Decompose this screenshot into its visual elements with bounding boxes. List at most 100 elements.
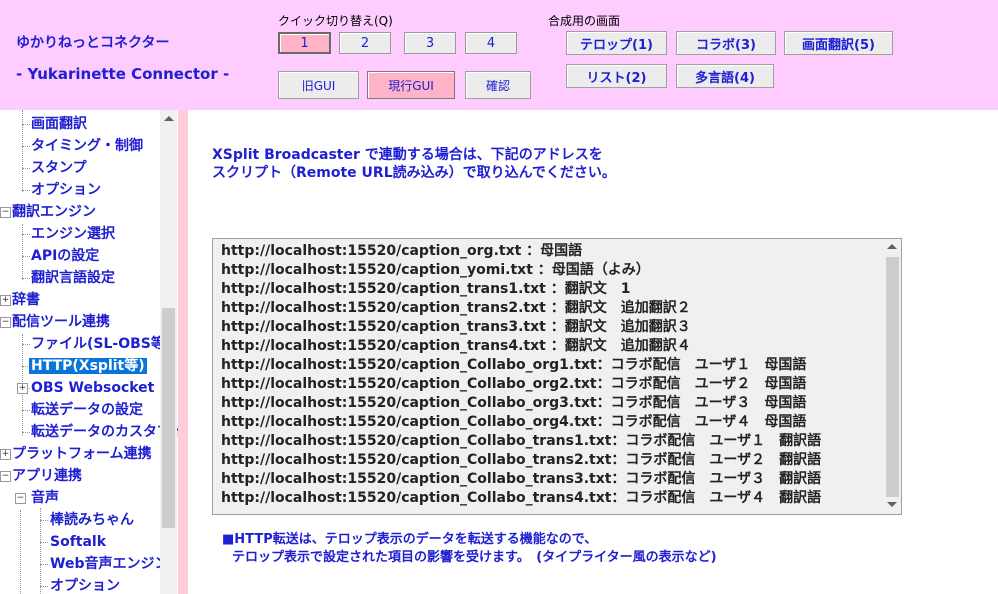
sidebar-scroll-thumb[interactable] xyxy=(162,308,175,528)
tree-item-file[interactable]: ファイル(SL-OBS等) xyxy=(31,334,171,354)
tree-connector xyxy=(40,564,48,565)
tree-connector xyxy=(22,278,30,279)
settings-tree: 画面翻訳 タイミング・制御 スタンプ オプション − 翻訳エンジン エンジン選択… xyxy=(0,110,178,594)
tree-item-translation-language[interactable]: 翻訳言語設定 xyxy=(31,268,115,288)
tree-connector xyxy=(40,520,48,521)
tree-item-label: スタンプ xyxy=(31,160,87,176)
confirm-button[interactable]: 確認 xyxy=(465,71,531,99)
collabo-button[interactable]: コラボ(3) xyxy=(676,31,776,55)
list-button[interactable]: リスト(2) xyxy=(566,64,667,88)
tree-item-label: プラットフォーム連携 xyxy=(12,446,152,462)
telop-button[interactable]: テロップ(1) xyxy=(566,31,667,55)
tree-item-voice[interactable]: 音声 xyxy=(31,488,59,508)
old-gui-button[interactable]: 旧GUI xyxy=(278,71,359,99)
url-line: http://localhost:15520/caption_trans4.tx… xyxy=(221,338,691,354)
scroll-up-icon[interactable] xyxy=(887,244,897,249)
tree-item-timing-control[interactable]: タイミング・制御 xyxy=(31,136,143,156)
tree-item-softalk[interactable]: Softalk xyxy=(50,532,106,552)
tree-item-label: アプリ連携 xyxy=(12,468,82,484)
tree-connector xyxy=(22,124,30,125)
url-line: http://localhost:15520/caption_trans3.tx… xyxy=(221,319,691,335)
expand-icon[interactable]: + xyxy=(0,449,11,460)
tree-item-label: 画面翻訳 xyxy=(31,116,87,132)
expand-icon[interactable]: + xyxy=(0,295,11,306)
tree-item-voice-option[interactable]: オプション xyxy=(50,576,120,594)
url-line: http://localhost:15520/caption_Collabo_o… xyxy=(221,376,807,392)
tree-item-label: 転送データの設定 xyxy=(31,402,143,418)
tree-item-label: 音声 xyxy=(31,490,59,506)
tree-item-label: 翻訳言語設定 xyxy=(31,270,115,286)
tree-item-label: OBS Websocket xyxy=(31,380,155,396)
quick-switch-button-2[interactable]: 2 xyxy=(339,32,391,54)
collapse-icon[interactable]: − xyxy=(0,471,11,482)
tree-connector xyxy=(40,542,48,543)
tree-item-obs-websocket[interactable]: OBS Websocket xyxy=(31,378,154,398)
tree-connector xyxy=(22,146,30,147)
url-line: http://localhost:15520/caption_yomi.txt … xyxy=(221,262,650,278)
divider-bar xyxy=(178,110,188,594)
tree-item-platform[interactable]: プラットフォーム連携 xyxy=(12,444,152,464)
app-title-japanese: ゆかりねっとコネクター xyxy=(16,35,170,51)
tree-item-streaming-tools[interactable]: 配信ツール連携 xyxy=(12,312,110,332)
tree-connector xyxy=(22,256,30,257)
tree-item-transfer-settings[interactable]: 転送データの設定 xyxy=(31,400,143,420)
tree-connector xyxy=(40,586,48,587)
tree-item-label: HTTP(Xsplit等) xyxy=(29,358,147,374)
collapse-icon[interactable]: − xyxy=(0,207,11,218)
tree-item-app-link[interactable]: アプリ連携 xyxy=(12,466,82,486)
scroll-down-icon[interactable] xyxy=(887,502,897,507)
tree-item-dictionary[interactable]: 辞書 xyxy=(12,290,40,310)
quick-switch-button-3[interactable]: 3 xyxy=(404,32,456,54)
multilingual-button[interactable]: 多言語(4) xyxy=(676,64,774,88)
tree-item-screen-translate[interactable]: 画面翻訳 xyxy=(31,114,87,134)
tree-item-label: 辞書 xyxy=(12,292,40,308)
screen-translate-button[interactable]: 画面翻訳(5) xyxy=(784,31,893,55)
tree-connector xyxy=(22,110,23,192)
tree-connector xyxy=(22,168,30,169)
url-line: http://localhost:15520/caption_trans1.tx… xyxy=(221,281,631,297)
tree-item-web-voice[interactable]: Web音声エンジン xyxy=(50,554,168,574)
tree-item-transfer-custom[interactable]: 転送データのカスタマイズ xyxy=(31,422,178,442)
scroll-up-icon[interactable] xyxy=(164,116,174,121)
url-line: http://localhost:15520/caption_Collabo_o… xyxy=(221,414,807,430)
note-line-1: ■HTTP転送は、テロップ表示のデータを転送する機能なので、 xyxy=(222,532,598,547)
tree-connector xyxy=(22,410,30,411)
tree-connector xyxy=(22,432,30,433)
tree-item-label: 棒読みちゃん xyxy=(50,512,134,528)
tree-item-option[interactable]: オプション xyxy=(31,180,101,200)
tree-item-api-settings[interactable]: APIの設定 xyxy=(31,246,99,266)
tree-connector xyxy=(22,344,30,345)
tree-item-label: オプション xyxy=(50,578,120,594)
tree-item-stamp[interactable]: スタンプ xyxy=(31,158,87,178)
quick-switch-button-1[interactable]: 1 xyxy=(278,32,331,54)
tree-connector xyxy=(22,224,23,280)
tree-connector xyxy=(22,234,30,235)
tree-item-label: エンジン選択 xyxy=(31,226,115,242)
tree-item-bouyomi[interactable]: 棒読みちゃん xyxy=(50,510,134,530)
app-title-english: - Yukarinette Connector - xyxy=(16,65,230,83)
tree-item-translation-engine[interactable]: 翻訳エンジン xyxy=(12,202,96,222)
url-list-textbox[interactable]: http://localhost:15520/caption_org.txt ：… xyxy=(212,238,902,515)
tree-connector xyxy=(20,510,21,594)
tree-item-engine-select[interactable]: エンジン選択 xyxy=(31,224,115,244)
tree-item-label: Softalk xyxy=(50,534,107,550)
expand-icon[interactable]: + xyxy=(17,383,28,394)
tree-item-label: Web音声エンジン xyxy=(50,556,169,572)
collapse-icon[interactable]: − xyxy=(0,317,11,328)
tree-item-label: ファイル(SL-OBS等) xyxy=(31,336,172,352)
tree-item-label: 翻訳エンジン xyxy=(12,204,96,220)
url-line: http://localhost:15520/caption_Collabo_t… xyxy=(221,490,822,506)
url-list-scroll-thumb[interactable] xyxy=(886,257,899,497)
quick-switch-button-4[interactable]: 4 xyxy=(465,32,517,54)
url-line: http://localhost:15520/caption_Collabo_t… xyxy=(221,433,822,449)
header-panel: ゆかりねっとコネクター - Yukarinette Connector - クイ… xyxy=(0,0,998,110)
collapse-icon[interactable]: − xyxy=(15,493,26,504)
tree-item-http[interactable]: HTTP(Xsplit等) xyxy=(29,356,147,376)
current-gui-button[interactable]: 現行GUI xyxy=(367,71,455,99)
tree-item-label: 転送データのカスタマイズ xyxy=(31,424,178,440)
tree-item-label: 配信ツール連携 xyxy=(12,314,110,330)
composite-screen-label: 合成用の画面 xyxy=(548,14,621,28)
tree-connector xyxy=(22,190,30,191)
url-line: http://localhost:15520/caption_Collabo_o… xyxy=(221,395,807,411)
tree-item-label: タイミング・制御 xyxy=(31,138,143,154)
